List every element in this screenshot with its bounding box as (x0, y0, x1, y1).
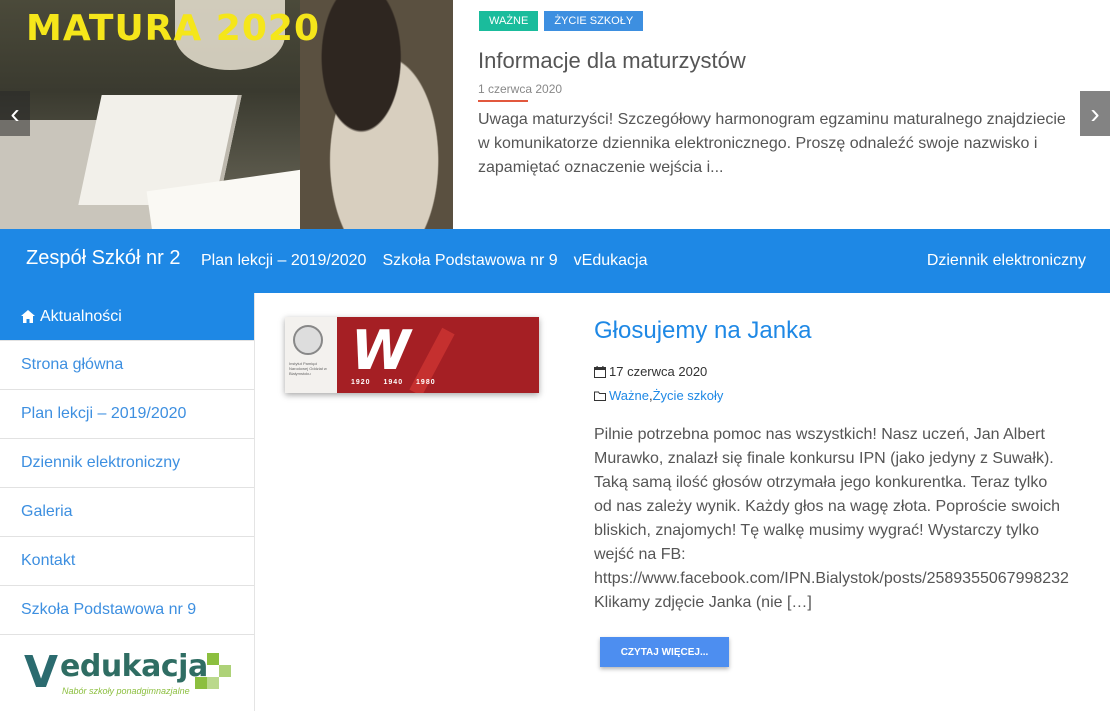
sidebar-item-label: Dziennik elektroniczny (21, 454, 181, 471)
logo-letter: V (24, 647, 59, 698)
calendar-icon (594, 365, 606, 378)
site-brand[interactable]: Zespół Szkół nr 2 (26, 247, 181, 270)
post-excerpt: Pilnie potrzebna pomoc nas wszystkich! N… (594, 423, 1084, 615)
logo-word: edukacja (60, 649, 208, 684)
home-icon (21, 310, 35, 323)
thumbnail-years: 1920 1940 1980 (351, 379, 436, 386)
sidebar-item-kontakt[interactable]: Kontakt (0, 537, 254, 586)
chevron-right-icon: › (1090, 97, 1100, 129)
sidebar-item-label: Aktualności (40, 307, 122, 325)
post-thumbnail[interactable]: Instytut Pamięci Narodowej Oddział w Bia… (285, 317, 539, 393)
sidebar-item-label: Galeria (21, 503, 73, 520)
nav-link-dziennik[interactable]: Dziennik elektroniczny (927, 252, 1086, 270)
folder-icon (594, 391, 606, 401)
post-excerpt-link[interactable]: https://www.facebook.com/IPN.Bialystok/p… (594, 567, 1084, 591)
post-date-text: 17 czerwca 2020 (609, 364, 708, 379)
post-title[interactable]: Głosujemy na Janka (594, 317, 811, 345)
tag-zycie-szkoly[interactable]: Życie szkoły (544, 11, 644, 31)
sidebar-item-label: Strona główna (21, 356, 124, 373)
post-excerpt-line: wejść na FB: (594, 546, 686, 563)
post-excerpt-line: od nas zależy wynik. Każdy głos na wagę … (594, 498, 1061, 515)
post-excerpt-line: Pilnie potrzebna pomoc nas wszystkich! N… (594, 426, 1045, 443)
thumbnail-w-letter: W (351, 319, 411, 382)
sidebar: Aktualności Strona główna Plan lekcji – … (0, 293, 255, 711)
vedukacja-logo[interactable]: V edukacja Nabór szkoły ponadgimnazjalne (0, 635, 254, 709)
nav-link-szkola-podstawowa[interactable]: Szkoła Podstawowa nr 9 (382, 252, 557, 270)
tag-wazne[interactable]: Ważne (479, 11, 539, 31)
sidebar-item-galeria[interactable]: Galeria (0, 488, 254, 537)
nav-link-plan-lekcji[interactable]: Plan lekcji – 2019/2020 (201, 252, 366, 270)
sidebar-item-dziennik[interactable]: Dziennik elektroniczny (0, 439, 254, 488)
post-excerpt-line: Murawko, znalazł się finale konkursu IPN… (594, 450, 1054, 467)
logo-subtitle: Nabór szkoły ponadgimnazjalne (62, 686, 190, 696)
logo-squares-icon (195, 653, 231, 697)
sidebar-item-label: Kontakt (21, 552, 76, 569)
post-excerpt-line: Taką samą ilość głosów otrzymała jego ko… (594, 474, 1048, 491)
sidebar-item-label: Szkoła Podstawowa nr 9 (21, 601, 197, 618)
ipn-seal-icon (293, 325, 323, 355)
sidebar-item-plan-lekcji[interactable]: Plan lekcji – 2019/2020 (0, 390, 254, 439)
sidebar-item-aktualnosci[interactable]: Aktualności (0, 293, 254, 341)
featured-slider: MATURA 2020 ‹ › Ważne Życie szkoły Infor… (0, 0, 1110, 229)
slide-excerpt: Uwaga maturzyści! Szczegółowy harmonogra… (478, 111, 1066, 176)
post-excerpt-line: Klikamy zdjęcie Janka (nie […] (594, 594, 812, 611)
slide-photo[interactable]: MATURA 2020 (0, 0, 453, 229)
post-date: 17 czerwca 2020 (594, 364, 707, 379)
nav-links: Plan lekcji – 2019/2020 Szkoła Podstawow… (201, 252, 647, 270)
category-link-wazne[interactable]: Ważne (609, 388, 649, 403)
nav-link-vedukacja[interactable]: vEdukacja (574, 252, 648, 270)
category-link-zycie-szkoly[interactable]: Życie szkoły (653, 388, 724, 403)
main-content: Instytut Pamięci Narodowej Oddział w Bia… (255, 293, 1110, 711)
photo-student (300, 0, 453, 229)
sidebar-item-szkola-podstawowa[interactable]: Szkoła Podstawowa nr 9 (0, 586, 254, 635)
sidebar-item-label: Plan lekcji – 2019/2020 (21, 405, 187, 422)
main-navbar: Zespół Szkół nr 2 Plan lekcji – 2019/202… (0, 229, 1110, 293)
slider-next-button[interactable]: › (1080, 91, 1110, 136)
slide-date-underline (478, 100, 528, 102)
ipn-panel: Instytut Pamięci Narodowej Oddział w Bia… (285, 317, 337, 393)
chevron-left-icon: ‹ (10, 97, 20, 129)
read-more-button[interactable]: Czytaj więcej... (600, 637, 729, 667)
slide-date: 1 czerwca 2020 (478, 82, 563, 96)
ipn-text: Instytut Pamięci Narodowej Oddział w Bia… (289, 361, 327, 376)
slide-caption: MATURA 2020 (26, 8, 320, 49)
slider-prev-button[interactable]: ‹ (0, 91, 30, 136)
slide-tags: Ważne Życie szkoły (479, 11, 644, 31)
post-excerpt-line: bliskich, znajomych! Tę walkę musimy wyg… (594, 522, 1039, 539)
sidebar-item-strona-glowna[interactable]: Strona główna (0, 341, 254, 390)
slide-title[interactable]: Informacje dla maturzystów (478, 48, 746, 74)
post-categories: Ważne, Życie szkoły (594, 388, 723, 403)
